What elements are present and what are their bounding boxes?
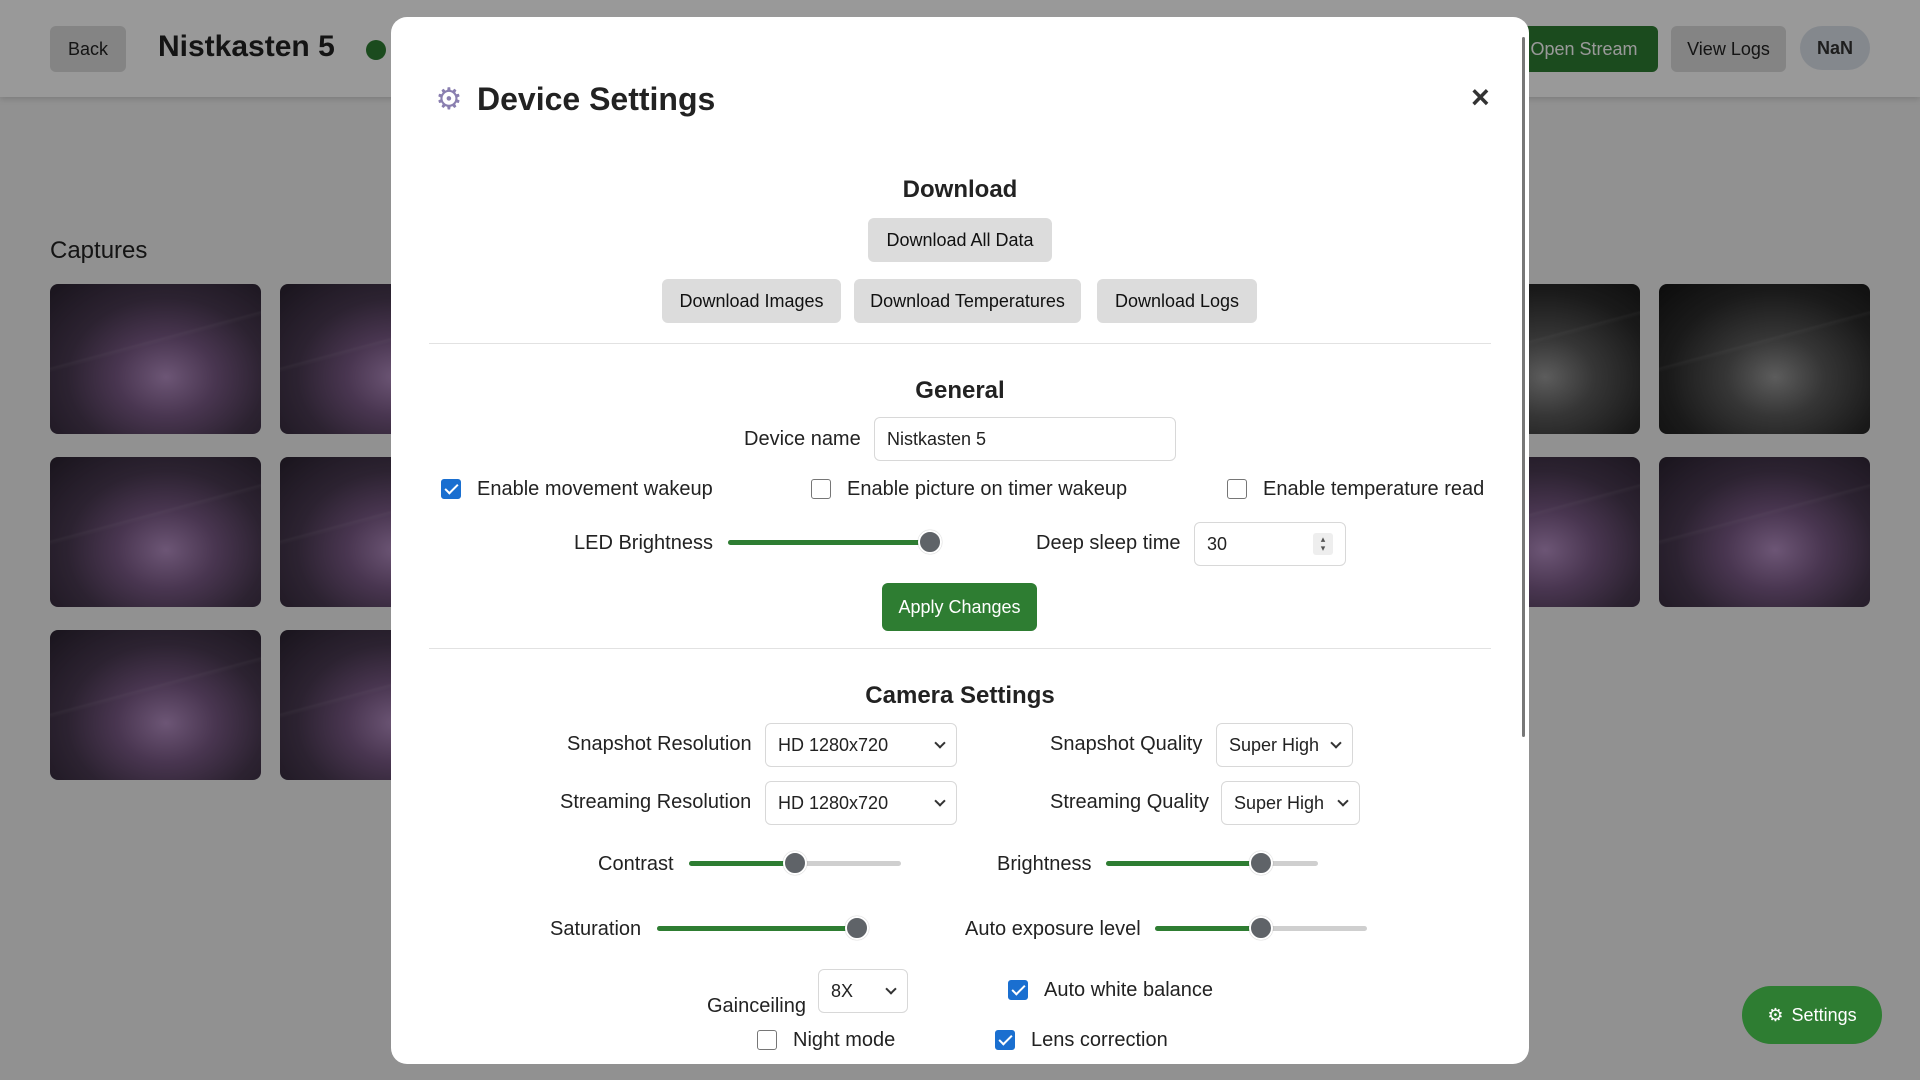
streaming-resolution-value: HD 1280x720 xyxy=(778,792,889,813)
movement-wakeup-label: Enable movement wakeup xyxy=(477,478,713,500)
snapshot-resolution-value: HD 1280x720 xyxy=(778,734,889,755)
apply-changes-button[interactable]: Apply Changes xyxy=(882,583,1037,631)
streaming-resolution-select[interactable]: HD 1280x720 xyxy=(765,781,957,825)
night-mode-label: Night mode xyxy=(793,1029,896,1051)
saturation-label: Saturation xyxy=(550,918,642,940)
gainceiling-select[interactable]: 8X xyxy=(818,969,908,1013)
slider-knob[interactable] xyxy=(783,851,807,875)
download-logs-button[interactable]: Download Logs xyxy=(1097,279,1257,323)
gainceiling-label: Gainceiling xyxy=(707,995,806,1017)
brightness-slider[interactable] xyxy=(1106,851,1318,875)
auto-exposure-label: Auto exposure level xyxy=(965,918,1141,940)
device-name-input[interactable]: Nistkasten 5 xyxy=(874,417,1176,461)
movement-wakeup-checkbox[interactable] xyxy=(441,479,461,499)
contrast-slider[interactable] xyxy=(689,851,901,875)
chevron-down-icon xyxy=(1337,794,1349,807)
camera-section-title: Camera Settings xyxy=(865,682,1055,709)
contrast-label: Contrast xyxy=(598,853,674,875)
spinner-icon[interactable]: ▴ ▾ xyxy=(1313,533,1333,555)
auto-exposure-slider[interactable] xyxy=(1155,916,1367,940)
lens-correction-label: Lens correction xyxy=(1031,1029,1168,1051)
chevron-down-icon xyxy=(885,982,897,995)
snapshot-resolution-label: Snapshot Resolution xyxy=(567,733,752,755)
slider-knob[interactable] xyxy=(1249,916,1273,940)
streaming-quality-label: Streaming Quality xyxy=(1050,791,1209,813)
snapshot-quality-select[interactable]: Super High xyxy=(1216,723,1353,767)
chevron-down-icon xyxy=(934,794,946,807)
slider-knob[interactable] xyxy=(845,916,869,940)
settings-fab-button[interactable]: ⚙ Settings xyxy=(1742,986,1882,1044)
temperature-read-label: Enable temperature read xyxy=(1263,478,1485,500)
download-temperatures-button[interactable]: Download Temperatures xyxy=(854,279,1081,323)
night-mode-checkbox[interactable] xyxy=(757,1030,777,1050)
settings-fab-label: Settings xyxy=(1791,1004,1857,1025)
section-divider xyxy=(429,648,1491,649)
deep-sleep-value: 30 xyxy=(1207,533,1228,554)
chevron-down-icon xyxy=(1330,736,1342,749)
led-brightness-label: LED Brightness xyxy=(574,532,713,554)
section-divider xyxy=(429,343,1491,344)
close-icon[interactable]: × xyxy=(1471,81,1490,113)
timer-wakeup-checkbox[interactable] xyxy=(811,479,831,499)
streaming-resolution-label: Streaming Resolution xyxy=(560,791,752,813)
auto-white-balance-checkbox[interactable] xyxy=(1008,980,1028,1000)
gear-icon: ⚙ xyxy=(435,83,463,116)
saturation-slider[interactable] xyxy=(657,916,869,940)
device-name-label: Device name xyxy=(744,428,861,450)
slider-knob[interactable] xyxy=(1248,851,1273,875)
brightness-label: Brightness xyxy=(997,853,1092,875)
snapshot-quality-label: Snapshot Quality xyxy=(1050,733,1203,755)
lens-correction-checkbox[interactable] xyxy=(995,1030,1015,1050)
gear-icon: ⚙ xyxy=(1767,1004,1784,1025)
auto-white-balance-label: Auto white balance xyxy=(1044,979,1214,1001)
temperature-read-checkbox[interactable] xyxy=(1227,479,1247,499)
device-settings-modal: ⚙ Device Settings × Download Download Al… xyxy=(391,17,1529,1064)
deep-sleep-input[interactable]: 30 ▴ ▾ xyxy=(1194,522,1346,566)
streaming-quality-value: Super High xyxy=(1234,792,1325,813)
timer-wakeup-label: Enable picture on timer wakeup xyxy=(847,478,1128,500)
led-brightness-slider[interactable] xyxy=(728,530,942,554)
snapshot-resolution-select[interactable]: HD 1280x720 xyxy=(765,723,957,767)
download-all-data-button[interactable]: Download All Data xyxy=(868,218,1052,262)
download-section-title: Download xyxy=(902,176,1018,203)
streaming-quality-select[interactable]: Super High xyxy=(1221,781,1360,825)
deep-sleep-label: Deep sleep time xyxy=(1036,532,1181,554)
chevron-down-icon xyxy=(934,736,946,749)
modal-header: ⚙ Device Settings xyxy=(433,81,716,118)
gainceiling-value: 8X xyxy=(831,980,854,1001)
general-section-title: General xyxy=(915,377,1005,404)
modal-title: Device Settings xyxy=(477,81,716,117)
slider-knob[interactable] xyxy=(918,530,942,554)
download-images-button[interactable]: Download Images xyxy=(662,279,841,323)
snapshot-quality-value: Super High xyxy=(1229,734,1320,755)
